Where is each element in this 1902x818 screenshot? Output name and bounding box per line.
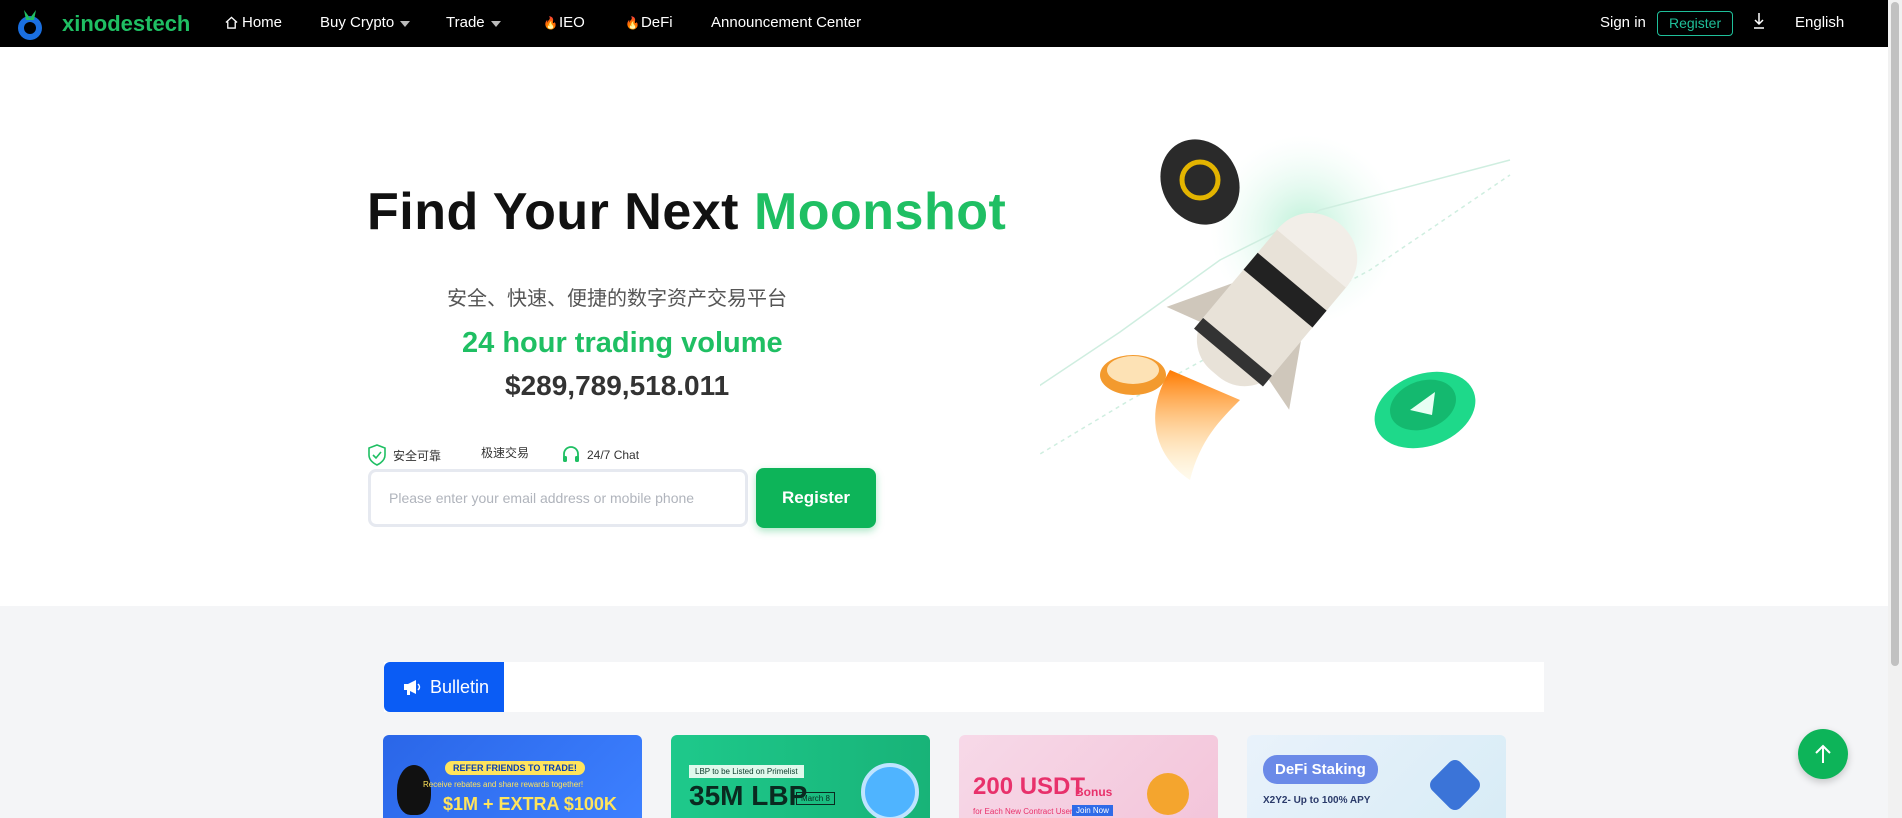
email-phone-input[interactable] xyxy=(368,469,748,527)
arrow-up-icon xyxy=(1815,744,1831,763)
feature-chat: 24/7 Chat xyxy=(561,444,639,466)
tether-coin-icon xyxy=(1147,773,1189,815)
feature-secure-label: 安全可靠 xyxy=(393,448,442,463)
pickaxe-icon xyxy=(1426,756,1484,814)
hero-title-main: Find Your Next xyxy=(367,183,754,241)
top-nav: xinodestech Home Buy Crypto Trade 🔥 IEO … xyxy=(0,0,1888,47)
bulletin-bar xyxy=(384,662,1544,712)
caret-down-icon xyxy=(400,20,411,27)
home-icon xyxy=(225,16,238,29)
caret-down-icon xyxy=(490,20,501,27)
download-icon[interactable] xyxy=(1752,11,1766,31)
hero-title-accent: Moonshot xyxy=(753,183,1007,241)
scrollbar[interactable] xyxy=(1888,0,1902,818)
nav-trade[interactable]: Trade xyxy=(446,14,501,31)
volume-label: 24 hour trading volume xyxy=(462,327,783,359)
card4-line1: DeFi Staking xyxy=(1263,755,1378,784)
card2-line3: March 8 xyxy=(796,792,835,805)
card1-line1: REFER FRIENDS TO TRADE! xyxy=(445,761,585,775)
card3-line2: Bonus xyxy=(1075,785,1113,799)
headset-icon xyxy=(563,446,579,462)
feature-secure: 安全可靠 xyxy=(367,444,441,466)
nav-home-label: Home xyxy=(242,14,283,31)
megaphone-icon xyxy=(404,680,421,695)
card2-line2: 35M LBP xyxy=(689,780,808,811)
bulletin-section xyxy=(0,606,1888,818)
card1-line2: Receive rebates and share rewards togeth… xyxy=(423,780,584,789)
nav-trade-label: Trade xyxy=(446,14,485,31)
hero-subtitle: 安全、快速、便捷的数字资产交易平台 xyxy=(447,288,787,310)
back-to-top-button[interactable] xyxy=(1798,729,1848,779)
card4-line2: X2Y2- Up to 100% APY xyxy=(1263,795,1371,806)
volume-value: $289,789,518.011 xyxy=(505,370,730,401)
rocket-illustration xyxy=(1040,135,1511,480)
bulletin-card-referral[interactable]: REFER FRIENDS TO TRADE! Receive rebates … xyxy=(383,735,642,818)
nav-ieo-label: IEO xyxy=(558,14,585,31)
language-selector[interactable]: English xyxy=(1795,14,1844,31)
sign-in-link[interactable]: Sign in xyxy=(1600,14,1646,31)
shield-check-icon xyxy=(368,444,386,466)
hero-register-button[interactable]: Register xyxy=(756,468,876,528)
scrollbar-thumb[interactable] xyxy=(1891,2,1899,666)
flame-icon: 🔥 xyxy=(543,15,558,30)
card1-line3: $1M + EXTRA $100K xyxy=(443,794,617,814)
feature-fast: 极速交易 xyxy=(481,444,529,461)
feature-chat-label: 24/7 Chat xyxy=(587,448,640,462)
toucan-icon xyxy=(397,765,431,815)
nav-buy-crypto[interactable]: Buy Crypto xyxy=(320,14,411,31)
logo-icon[interactable] xyxy=(14,6,46,42)
card2-line1: LBP to be Listed on Primelist xyxy=(689,765,804,778)
nav-announcement-label: Announcement Center xyxy=(711,14,862,31)
bulletin-tab[interactable]: Bulletin xyxy=(384,662,504,712)
card3-line1: 200 USDT xyxy=(973,773,1086,800)
brand-name[interactable]: xinodestech xyxy=(62,11,190,37)
hero-title: Find Your Next Moonshot xyxy=(367,182,1006,242)
nav-defi[interactable]: 🔥 DeFi xyxy=(625,14,673,31)
bulletin-card-usdt-bonus[interactable]: 200 USDT Bonus for Each New Contract Use… xyxy=(959,735,1218,818)
nav-register-button[interactable]: Register xyxy=(1657,11,1734,36)
nav-home[interactable]: Home xyxy=(225,14,282,31)
coin-b-icon xyxy=(861,763,919,818)
flame-icon: 🔥 xyxy=(625,15,640,30)
nav-defi-label: DeFi xyxy=(640,14,673,31)
bulletin-card-defi-staking[interactable]: DeFi Staking X2Y2- Up to 100% APY xyxy=(1247,735,1506,818)
card3-line4: Join Now xyxy=(1072,805,1113,816)
feature-fast-label: 极速交易 xyxy=(481,446,530,460)
card3-line3: for Each New Contract User xyxy=(973,807,1073,816)
nav-ieo[interactable]: 🔥 IEO xyxy=(543,14,585,31)
bulletin-tab-label: Bulletin xyxy=(430,676,490,697)
bulletin-card-lbp[interactable]: LBP to be Listed on Primelist 35M LBP Ma… xyxy=(671,735,930,818)
nav-buy-crypto-label: Buy Crypto xyxy=(320,14,395,31)
nav-announcement-center[interactable]: Announcement Center xyxy=(711,14,861,31)
